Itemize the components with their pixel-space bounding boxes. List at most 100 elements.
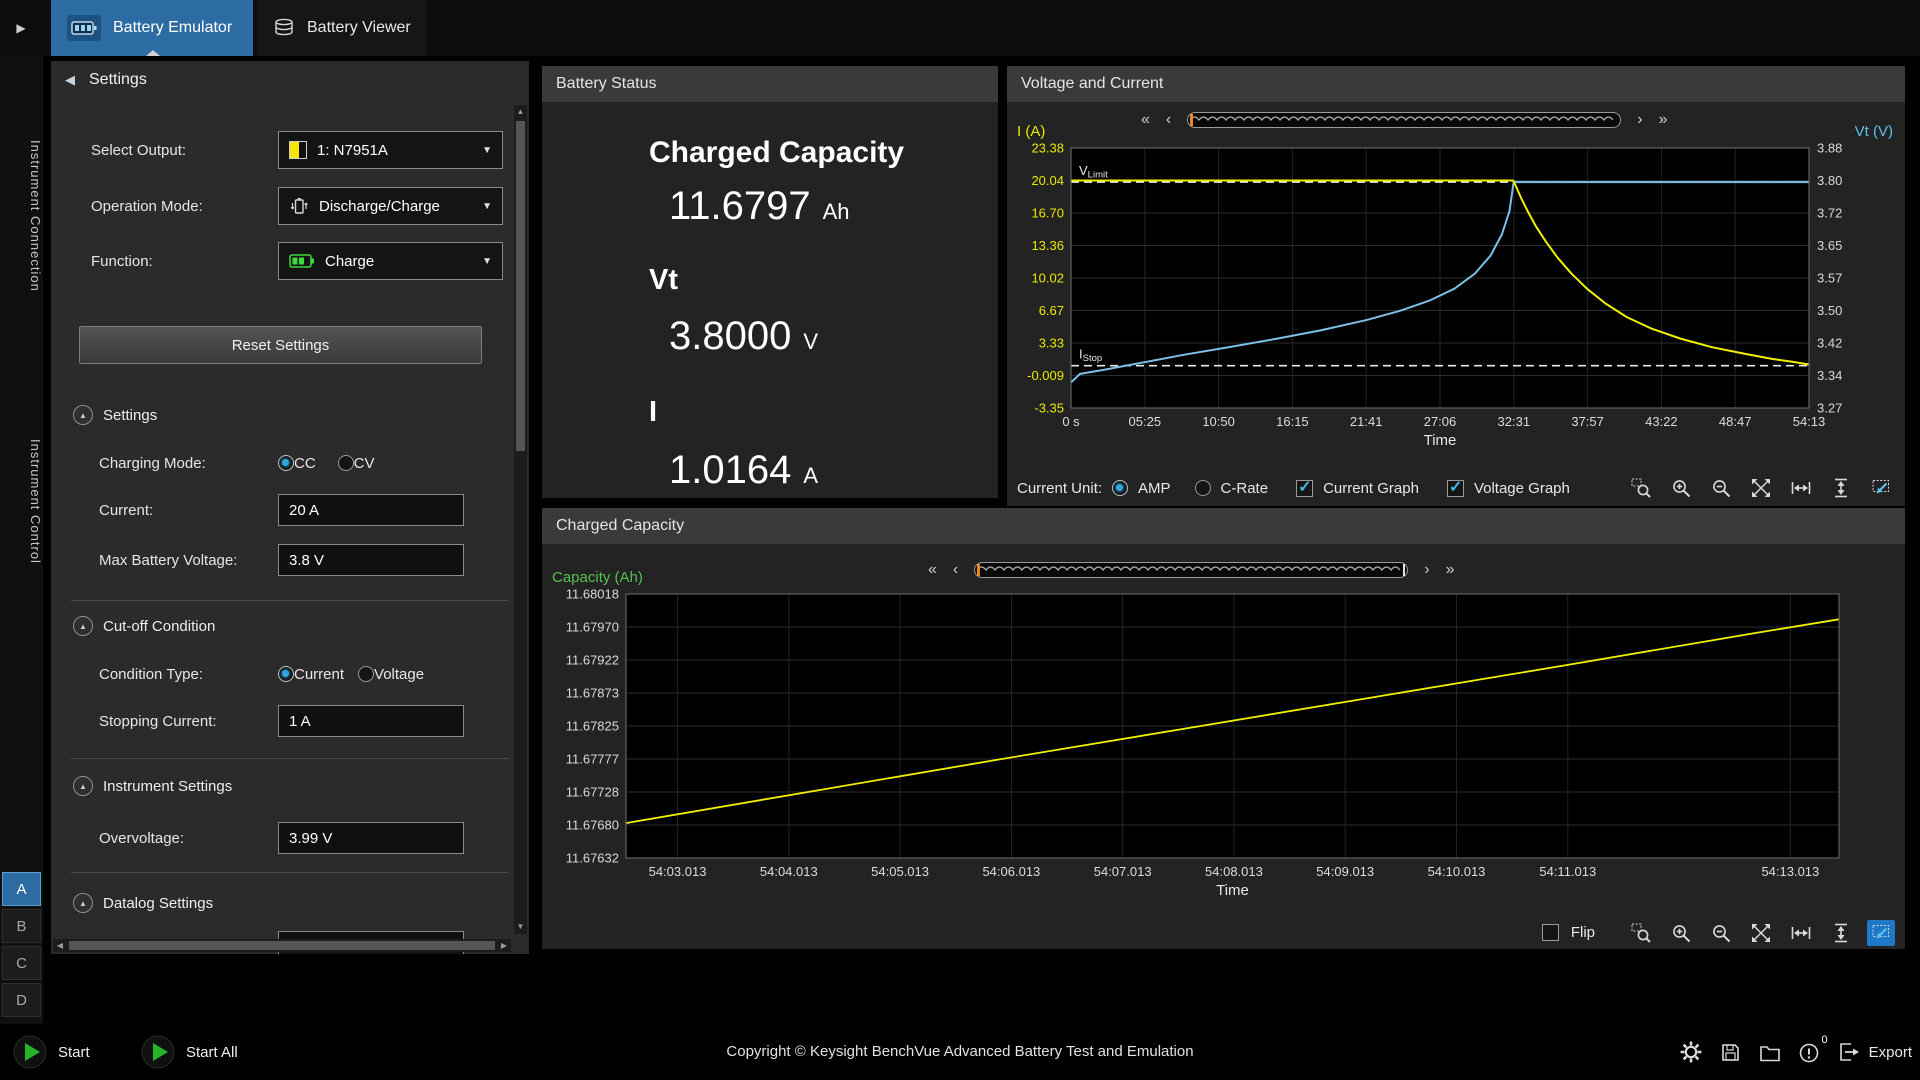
zoom-window-icon[interactable] (1627, 920, 1655, 946)
x-axis-tick-label: 54:07.013 (1094, 864, 1152, 879)
vertical-scrollbar-thumb[interactable] (516, 121, 525, 451)
condition-current-radio[interactable] (278, 666, 294, 682)
settings-vertical-scrollbar[interactable]: ▲ ▼ (514, 105, 527, 934)
fit-width-icon[interactable] (1787, 920, 1815, 946)
export-button[interactable]: Export (1837, 1040, 1912, 1064)
start-label: Start (58, 1044, 90, 1061)
collapse-settings-icon[interactable]: ◀ (65, 72, 75, 88)
collapse-section-icon[interactable]: ▲ (73, 405, 93, 425)
start-button[interactable]: Start (12, 1024, 90, 1080)
collapse-section-icon[interactable]: ▲ (73, 893, 93, 913)
condition-voltage-label: Voltage (374, 666, 424, 683)
rail-item-instrument-connection[interactable]: Instrument Connection (0, 86, 43, 346)
scroll-up-button[interactable]: ▲ (514, 105, 527, 119)
charged-capacity-chart[interactable]: 11.6801811.6797011.6792211.6787311.67825… (550, 544, 1897, 916)
charged-capacity-panel: Charged Capacity « ‹ › » 11.6801811.6797… (542, 508, 1905, 949)
current-graph-checkbox[interactable] (1296, 480, 1313, 497)
zoom-out-icon[interactable] (1707, 475, 1735, 501)
x-axis-tick-label: 27:06 (1424, 414, 1457, 429)
scroll-left-button[interactable]: ◀ (53, 939, 67, 952)
function-dropdown[interactable]: Charge ▼ (278, 242, 503, 280)
open-folder-icon[interactable] (1758, 1041, 1782, 1064)
zoom-in-icon[interactable] (1667, 475, 1695, 501)
zoom-undo-icon[interactable] (1867, 475, 1895, 501)
section-divider (71, 758, 509, 759)
cc-radio[interactable] (278, 455, 294, 471)
vt-label: Vt (649, 264, 678, 297)
condition-voltage-radio[interactable] (358, 666, 374, 682)
i-unit: A (803, 463, 818, 488)
voltage-current-chart[interactable]: 23.3820.0416.7013.3610.026.673.33-0.009-… (1015, 106, 1897, 470)
tab-battery-viewer[interactable]: Battery Viewer (257, 0, 427, 56)
export-label: Export (1869, 1044, 1912, 1061)
current-input[interactable] (278, 494, 464, 526)
voltage-graph-checkbox[interactable] (1447, 480, 1464, 497)
notifications-icon[interactable]: 0 (1798, 1040, 1821, 1064)
slot-d-button[interactable]: D (2, 983, 41, 1017)
operation-mode-dropdown[interactable]: Discharge/Charge ▼ (278, 187, 503, 225)
y-axis-title: I (A) (1017, 123, 1045, 140)
voltage-graph-label: Voltage Graph (1474, 480, 1570, 497)
chevron-down-icon: ▼ (482, 145, 492, 156)
overvoltage-input[interactable] (278, 822, 464, 854)
collapse-section-icon[interactable]: ▲ (73, 776, 93, 796)
max-battery-voltage-input[interactable] (278, 544, 464, 576)
y-axis-tick-label: 11.67632 (566, 851, 619, 866)
select-output-dropdown[interactable]: 1: N7951A ▼ (278, 131, 503, 169)
cv-radio[interactable] (338, 455, 354, 471)
top-tab-bar: ▶ Battery Emulator Battery Viewer (0, 0, 1920, 56)
tab-battery-emulator[interactable]: Battery Emulator (51, 0, 253, 56)
fit-width-icon[interactable] (1787, 475, 1815, 501)
settings-gear-icon[interactable] (1679, 1040, 1703, 1064)
amp-radio-label: AMP (1138, 480, 1171, 497)
slot-a-button[interactable]: A (2, 872, 41, 906)
slot-b-button[interactable]: B (2, 909, 41, 943)
condition-current-label: Current (294, 666, 344, 683)
fit-height-icon[interactable] (1827, 475, 1855, 501)
zoom-undo-icon[interactable] (1867, 920, 1895, 946)
vt-value: 3.8000V (669, 314, 818, 359)
settings-panel: ◀ Settings Select Output: 1: N7951A ▼ Op… (51, 61, 529, 954)
vc-zoom-toolbar (1627, 475, 1895, 501)
settings-horizontal-scrollbar[interactable]: ◀ ▶ (53, 939, 511, 952)
charged-capacity-label: Charged Capacity (649, 136, 904, 170)
operation-mode-row: Operation Mode: Discharge/Charge ▼ (91, 187, 505, 225)
function-label: Function: (91, 253, 278, 270)
scroll-right-button[interactable]: ▶ (497, 939, 511, 952)
stopping-current-input[interactable] (278, 705, 464, 737)
i-value: 1.0164A (669, 448, 818, 493)
scroll-down-button[interactable]: ▼ (514, 920, 527, 934)
select-output-label: Select Output: (91, 142, 278, 159)
function-value: Charge (325, 253, 374, 270)
start-all-label: Start All (186, 1044, 238, 1061)
settings-title-text: Settings (89, 71, 147, 89)
save-icon[interactable] (1719, 1041, 1742, 1064)
amp-radio[interactable] (1112, 480, 1128, 496)
collapse-section-icon[interactable]: ▲ (73, 616, 93, 636)
rail-item-instrument-control[interactable]: Instrument Control (0, 386, 43, 616)
zoom-out-icon[interactable] (1707, 920, 1735, 946)
x-axis-tick-label: 43:22 (1645, 414, 1678, 429)
slot-c-button[interactable]: C (2, 946, 41, 980)
y2-axis-tick-label: 3.50 (1817, 303, 1842, 318)
flip-checkbox[interactable] (1542, 924, 1559, 941)
y-axis-tick-label: 6.67 (1039, 303, 1064, 318)
x-axis-tick-label: 54:05.013 (871, 864, 929, 879)
x-axis-title: Time (1424, 432, 1457, 449)
fit-all-icon[interactable] (1747, 475, 1775, 501)
footer-bar: Copyright © Keysight BenchVue Advanced B… (0, 1024, 1920, 1080)
horizontal-scrollbar-thumb[interactable] (69, 941, 495, 950)
zoom-window-icon[interactable] (1627, 475, 1655, 501)
expand-rail-button[interactable]: ▶ (10, 17, 32, 39)
fit-all-icon[interactable] (1747, 920, 1775, 946)
reset-settings-button[interactable]: Reset Settings (79, 326, 482, 364)
section-title: Datalog Settings (103, 895, 213, 912)
zoom-in-icon[interactable] (1667, 920, 1695, 946)
c-rate-radio[interactable] (1195, 480, 1211, 496)
fit-height-icon[interactable] (1827, 920, 1855, 946)
y-axis-tick-label: 16.70 (1031, 206, 1064, 221)
start-all-button[interactable]: Start All (140, 1024, 238, 1080)
x-axis-tick-label: 0 s (1062, 414, 1080, 429)
battery-status-panel: Battery Status Charged Capacity 11.6797A… (542, 66, 998, 498)
charged-capacity-value: 11.6797Ah (669, 184, 850, 229)
